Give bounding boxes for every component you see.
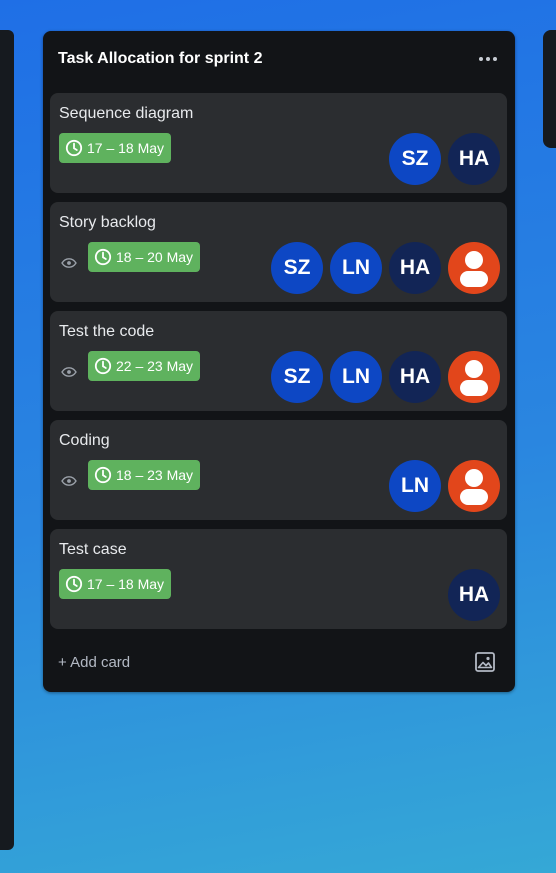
clock-icon [65,575,83,593]
eye-icon [61,367,77,377]
avatar[interactable]: LN [330,351,382,403]
clock-icon [94,248,112,266]
card-title: Test case [59,541,127,558]
avatar[interactable]: LN [389,460,441,512]
user-icon[interactable] [448,242,500,294]
eye-icon [61,258,77,268]
avatar[interactable]: HA [389,351,441,403]
task-list: Task Allocation for sprint 2 Sequence di… [43,31,515,692]
due-date-badge[interactable]: 17 – 18 May [59,133,172,163]
eye-icon [61,476,77,486]
clock-icon [94,357,112,375]
image-template-icon[interactable] [473,650,497,674]
due-date-text: 18 – 23 May [116,467,194,483]
user-icon[interactable] [448,460,500,512]
more-horizontal-icon[interactable] [473,45,503,73]
card-members: SZ HA [389,133,500,185]
avatar[interactable]: SZ [271,351,323,403]
card-story-backlog[interactable]: Story backlog 18 – 20 May SZ LN HA [50,202,507,302]
card-sequence-diagram[interactable]: Sequence diagram 17 – 18 May SZ HA [50,93,507,193]
avatar[interactable]: HA [448,569,500,621]
avatar[interactable]: HA [448,133,500,185]
due-date-text: 17 – 18 May [87,140,165,156]
due-date-badge[interactable]: 18 – 23 May [88,460,201,490]
avatar[interactable]: SZ [271,242,323,294]
card-title: Test the code [59,323,155,340]
card-members: SZ LN HA [271,242,500,294]
list-header: Task Allocation for sprint 2 [43,31,515,89]
avatar[interactable]: SZ [389,133,441,185]
card-test-case[interactable]: Test case 17 – 18 May HA [50,529,507,629]
avatar[interactable]: LN [330,242,382,294]
list-title[interactable]: Task Allocation for sprint 2 [58,50,262,68]
clock-icon [65,139,83,157]
card-test-the-code[interactable]: Test the code 22 – 23 May SZ LN HA [50,311,507,411]
card-title: Coding [59,432,110,449]
adjacent-list-left [0,30,14,850]
card-members: LN [389,460,500,512]
due-date-text: 22 – 23 May [116,358,194,374]
card-members: SZ LN HA [271,351,500,403]
due-date-badge[interactable]: 17 – 18 May [59,569,172,599]
due-date-text: 18 – 20 May [116,249,194,265]
card-members: HA [448,569,500,621]
avatar[interactable]: HA [389,242,441,294]
add-card-button[interactable]: + Add card [58,654,130,671]
due-date-badge[interactable]: 22 – 23 May [88,351,201,381]
due-date-badge[interactable]: 18 – 20 May [88,242,201,272]
clock-icon [94,466,112,484]
adjacent-list-right [543,30,556,148]
due-date-text: 17 – 18 May [87,576,165,592]
user-icon[interactable] [448,351,500,403]
card-title: Story backlog [59,214,156,231]
card-coding[interactable]: Coding 18 – 23 May LN [50,420,507,520]
card-title: Sequence diagram [59,105,194,122]
